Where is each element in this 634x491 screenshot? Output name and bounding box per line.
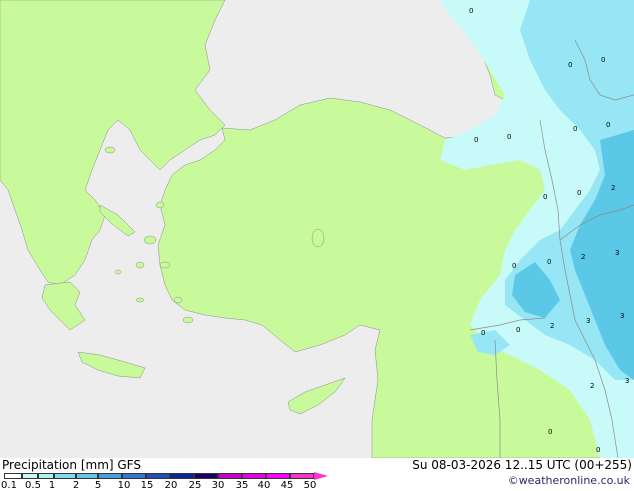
map-label: 3 [615, 249, 619, 257]
legend-tick: 20 [164, 480, 178, 491]
legend-swatch [122, 473, 146, 479]
map-label: 0 [507, 133, 511, 141]
map-label: 3 [625, 377, 629, 385]
legend-tick: 0.1 [1, 480, 17, 491]
map-label: 0 [512, 262, 516, 270]
legend-tick: 50 [303, 480, 317, 491]
legend-swatch [38, 473, 54, 479]
legend-swatch [76, 473, 98, 479]
map-label: 3 [586, 317, 590, 325]
legend-swatch [194, 473, 218, 479]
map-label: 2 [590, 382, 594, 390]
legend-tick: 1 [48, 480, 56, 491]
legend-arrow [314, 472, 328, 480]
map-label: 2 [581, 253, 585, 261]
legend-tick: 10 [117, 480, 131, 491]
legend-tick: 2 [72, 480, 80, 491]
map-footer: Precipitation [mm] GFS Su 08-03-2026 12.… [0, 458, 634, 491]
legend-swatch [266, 473, 290, 479]
map-label: 0 [596, 446, 600, 454]
forecast-datetime: Su 08-03-2026 12..15 UTC (00+255) [412, 458, 632, 472]
legend-swatch [146, 473, 170, 479]
map-label: 0 [577, 189, 581, 197]
map-label: 2 [550, 322, 554, 330]
map-label: 0 [547, 258, 551, 266]
legend-tick: 5 [94, 480, 102, 491]
map-label: 3 [620, 312, 624, 320]
legend-tick: 25 [188, 480, 202, 491]
legend-swatch [54, 473, 76, 479]
map-label: 0 [516, 326, 520, 334]
legend-swatch [170, 473, 194, 479]
legend-swatch [98, 473, 122, 479]
legend-tick: 0.5 [25, 480, 41, 491]
map-label: 0 [543, 193, 547, 201]
map-label: 2 [611, 184, 615, 192]
map-label: 0 [606, 121, 610, 129]
legend-tick: 15 [140, 480, 154, 491]
legend-tick: 35 [235, 480, 249, 491]
map-label: 0 [481, 329, 485, 337]
map-label: 0 [601, 56, 605, 64]
legend-tick: 40 [257, 480, 271, 491]
map-title: Precipitation [mm] GFS [2, 458, 141, 472]
map-label: 0 [469, 7, 473, 15]
legend-swatch [290, 473, 314, 479]
legend-tick: 30 [211, 480, 225, 491]
legend-tick: 45 [280, 480, 294, 491]
precipitation-map: 0 0 0 0 0 0 0 0 2 2 3 0 0 2 3 0 0 2 3 3 … [0, 0, 634, 458]
legend-swatch [242, 473, 266, 479]
map-label: 0 [548, 428, 552, 436]
legend-swatch [218, 473, 242, 479]
map-label: 0 [474, 136, 478, 144]
credit-link[interactable]: ©weatheronline.co.uk [508, 474, 630, 487]
legend-swatch [4, 473, 22, 479]
map-label: 0 [568, 61, 572, 69]
map-label: 0 [573, 125, 577, 133]
legend-swatch [22, 473, 38, 479]
